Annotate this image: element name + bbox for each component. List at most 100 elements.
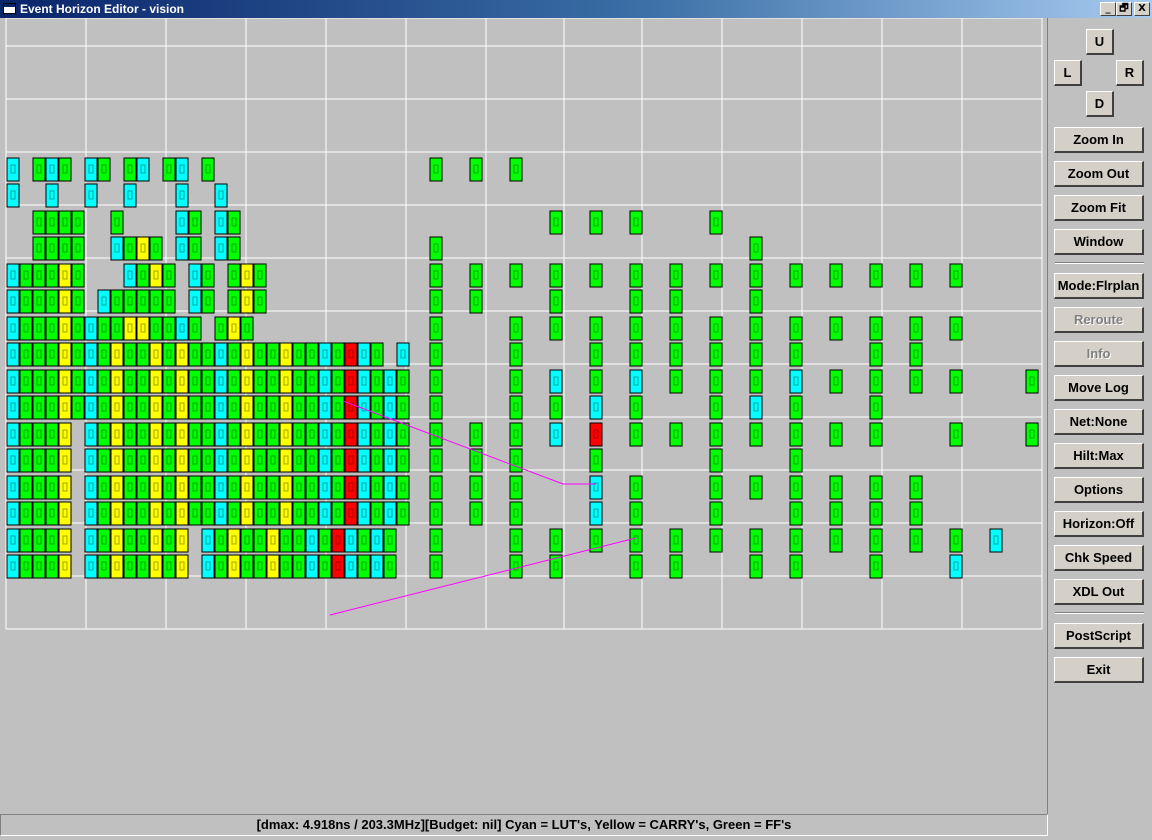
slice-cell	[149, 554, 163, 579]
chk-speed-button[interactable]: Chk Speed	[1054, 545, 1144, 571]
slice-cell	[629, 554, 643, 579]
slice-cell	[97, 448, 111, 473]
separator	[1055, 612, 1144, 614]
floorplan-view[interactable]	[0, 18, 1048, 814]
slice-cell	[162, 448, 176, 473]
slice-cell	[266, 342, 280, 367]
pan-up-button[interactable]: U	[1086, 29, 1114, 55]
slice-cell	[909, 528, 923, 553]
slice-cell	[32, 210, 46, 235]
control-panel: U L R D Zoom In Zoom Out Zoom Fit Window…	[1049, 18, 1152, 814]
slice-cell	[949, 422, 963, 447]
slice-cell	[240, 448, 254, 473]
slice-cell	[58, 501, 72, 526]
slice-cell	[709, 475, 723, 500]
slice-cell	[162, 528, 176, 553]
zoom-out-button[interactable]: Zoom Out	[1054, 161, 1144, 187]
slice-cell	[58, 369, 72, 394]
slice-cell	[253, 289, 267, 314]
mode-button[interactable]: Mode:Flrplan	[1054, 273, 1144, 299]
slice-cell	[749, 342, 763, 367]
slice-cell	[331, 369, 345, 394]
info-button[interactable]: Info	[1054, 341, 1144, 367]
horizon-button[interactable]: Horizon:Off	[1054, 511, 1144, 537]
slice-cell	[240, 263, 254, 288]
slice-cell	[949, 316, 963, 341]
exit-button[interactable]: Exit	[1054, 657, 1144, 683]
pan-left-button[interactable]: L	[1054, 60, 1082, 86]
slice-cell	[396, 342, 410, 367]
slice-cell	[357, 501, 371, 526]
window-button[interactable]: Window	[1054, 229, 1144, 255]
close-button[interactable]: X	[1134, 2, 1150, 16]
app-icon	[3, 3, 16, 14]
options-button[interactable]: Options	[1054, 477, 1144, 503]
slice-cell	[136, 501, 150, 526]
slice-cell	[136, 395, 150, 420]
slice-cell	[549, 395, 563, 420]
slice-cell	[84, 475, 98, 500]
slice-cell	[789, 263, 803, 288]
reroute-button[interactable]: Reroute	[1054, 307, 1144, 333]
slice-cell	[123, 395, 137, 420]
slice-cell	[589, 369, 603, 394]
slice-cell	[227, 422, 241, 447]
minimize-button[interactable]: _	[1100, 2, 1116, 16]
slice-cell	[429, 236, 443, 261]
slice-cell	[305, 448, 319, 473]
slice-cell	[71, 316, 85, 341]
hilt-button[interactable]: Hilt:Max	[1054, 443, 1144, 469]
slice-cell	[292, 422, 306, 447]
slice-cell	[629, 263, 643, 288]
floorplan-canvas[interactable]	[0, 18, 1048, 814]
slice-cell	[32, 316, 46, 341]
slice-cell	[357, 422, 371, 447]
slice-cell	[789, 395, 803, 420]
slice-cell	[188, 395, 202, 420]
slice-cell	[97, 342, 111, 367]
pan-right-button[interactable]: R	[1116, 60, 1144, 86]
slice-cell	[829, 528, 843, 553]
slice-cell	[509, 369, 523, 394]
slice-cell	[1025, 369, 1039, 394]
move-log-button[interactable]: Move Log	[1054, 375, 1144, 401]
slice-cell	[469, 501, 483, 526]
slice-cell	[469, 422, 483, 447]
slice-cell	[357, 475, 371, 500]
slice-cell	[266, 395, 280, 420]
slice-cell	[123, 528, 137, 553]
slice-cell	[331, 475, 345, 500]
pan-down-button[interactable]: D	[1086, 91, 1114, 117]
slice-cell	[370, 554, 384, 579]
restore-button[interactable]: 🗗	[1116, 2, 1132, 16]
postscript-button[interactable]: PostScript	[1054, 623, 1144, 649]
net-button[interactable]: Net:None	[1054, 409, 1144, 435]
slice-cell	[32, 263, 46, 288]
slice-cell	[71, 342, 85, 367]
slice-cell	[253, 395, 267, 420]
zoom-fit-button[interactable]: Zoom Fit	[1054, 195, 1144, 221]
slice-cell	[58, 422, 72, 447]
slice-cell	[549, 289, 563, 314]
slice-cell	[240, 501, 254, 526]
slice-cell	[909, 342, 923, 367]
slice-cell	[149, 501, 163, 526]
slice-cell	[869, 395, 883, 420]
slice-cell	[149, 342, 163, 367]
slice-cell	[629, 528, 643, 553]
slice-cell	[227, 369, 241, 394]
slice-cell	[162, 501, 176, 526]
slice-cell	[175, 157, 189, 182]
slice-cell	[279, 448, 293, 473]
slice-cell	[123, 475, 137, 500]
slice-cell	[383, 422, 397, 447]
xdl-out-button[interactable]: XDL Out	[1054, 579, 1144, 605]
slice-cell	[370, 448, 384, 473]
slice-cell	[136, 289, 150, 314]
zoom-in-button[interactable]: Zoom In	[1054, 127, 1144, 153]
slice-cell	[669, 369, 683, 394]
slice-cell	[589, 501, 603, 526]
slice-cell	[58, 395, 72, 420]
slice-cell	[110, 422, 124, 447]
slice-cell	[266, 422, 280, 447]
